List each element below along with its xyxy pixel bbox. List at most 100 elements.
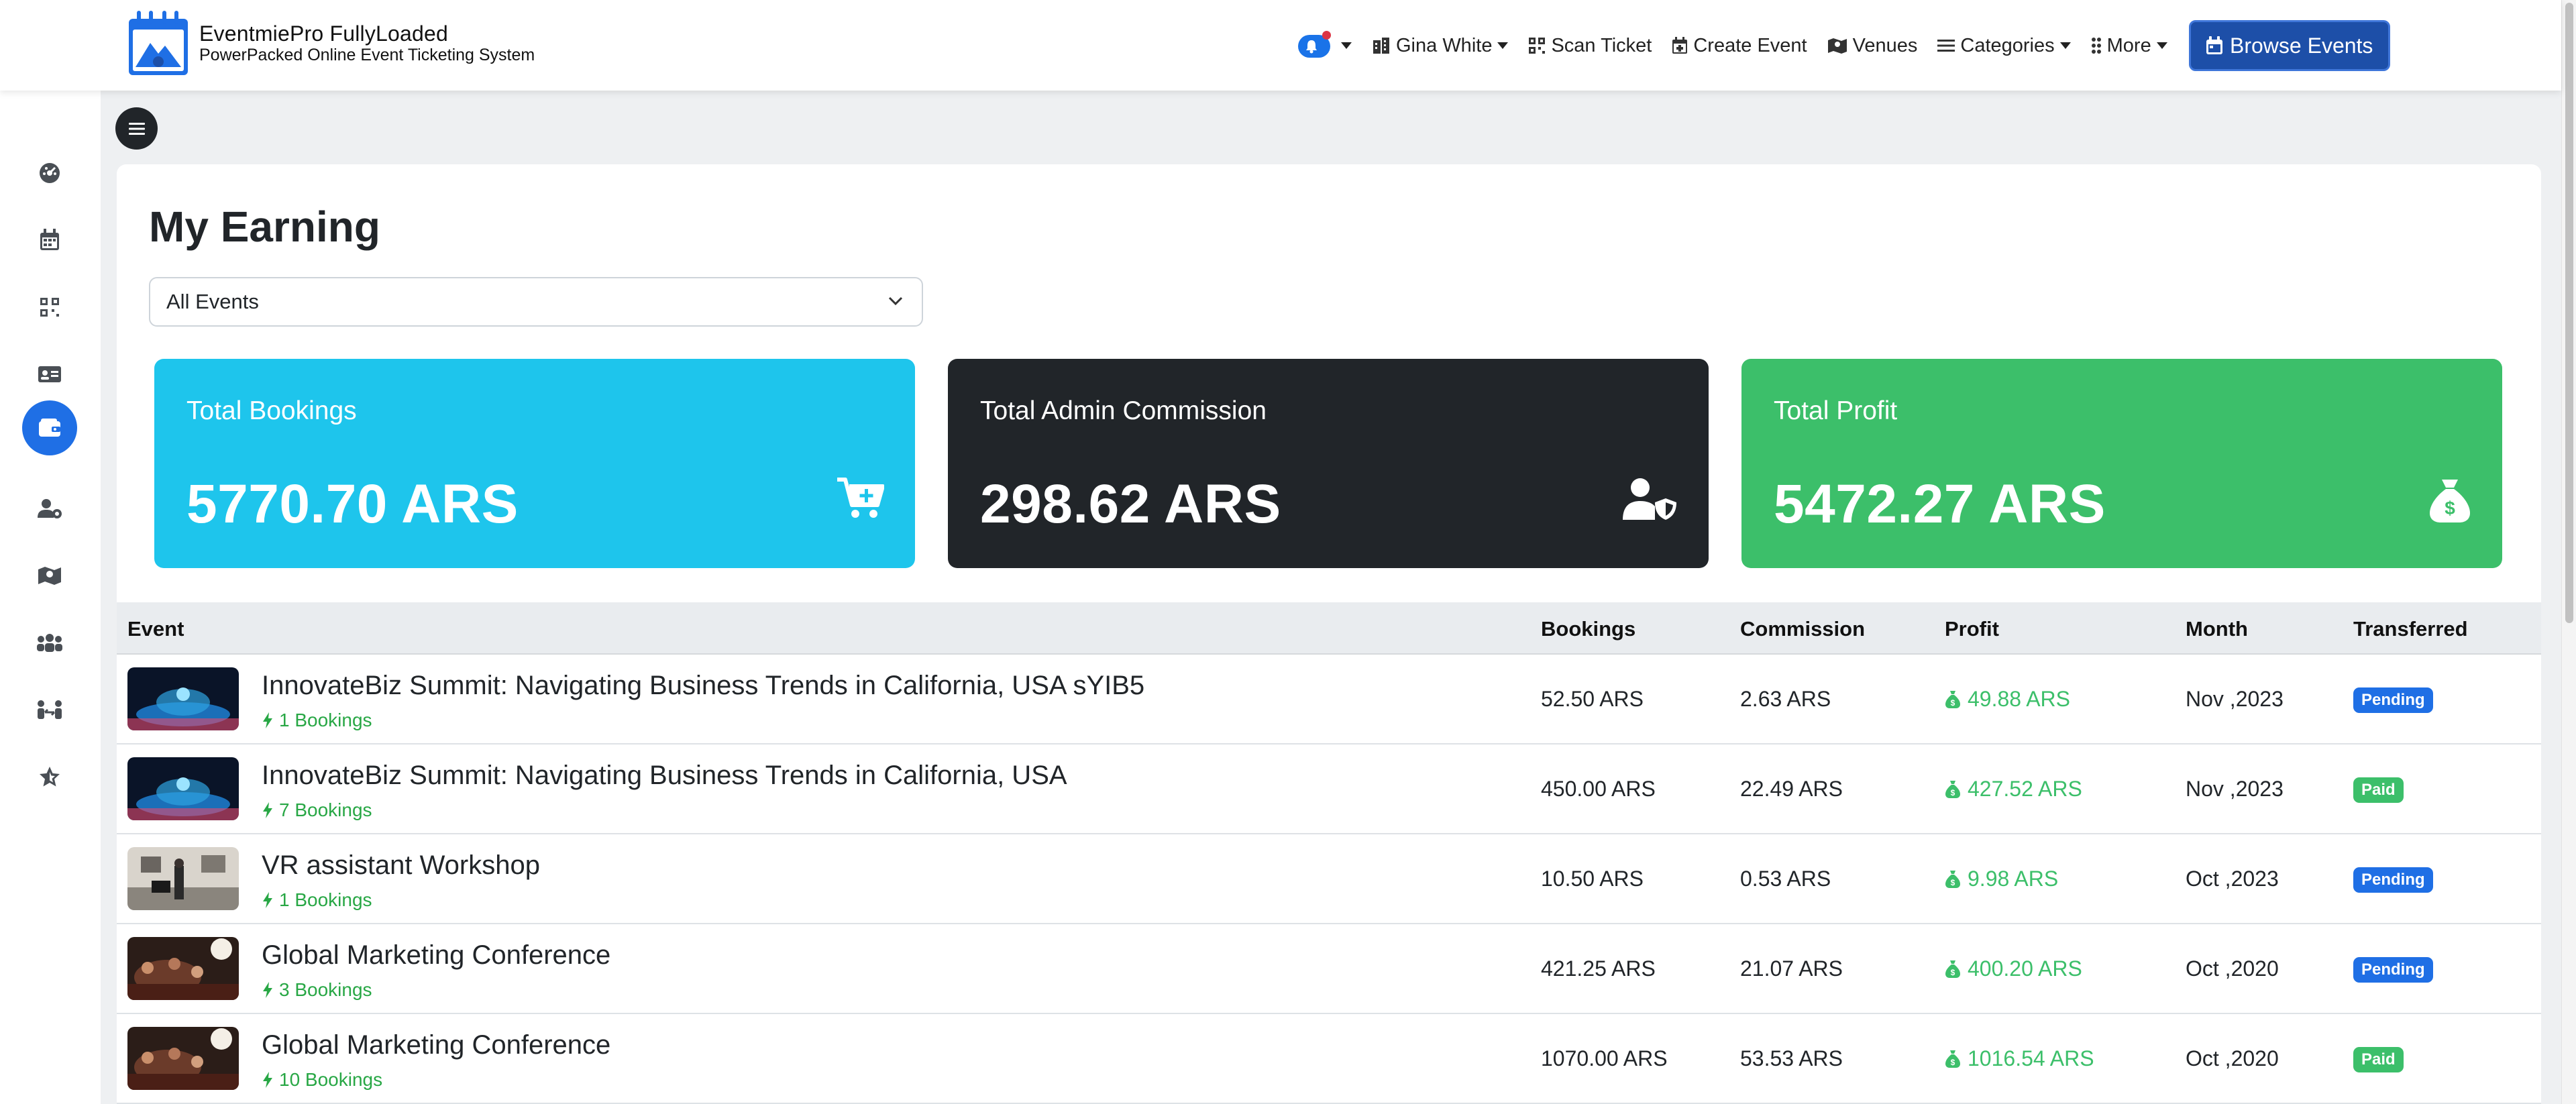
page-scrollbar[interactable] (2561, 0, 2576, 1104)
sidebar-item-organisers[interactable] (22, 481, 77, 536)
event-filter-select[interactable]: All Events (149, 277, 923, 327)
profit-amount: $ 427.52 ARS (1945, 777, 2082, 802)
browse-events-button[interactable]: Browse Events (2188, 20, 2390, 71)
cart-plus-icon (837, 478, 884, 518)
calendar-plus-icon (1672, 37, 1688, 54)
categories-dropdown[interactable]: Categories (1937, 34, 2071, 57)
app-logo[interactable] (126, 9, 191, 78)
event-title[interactable]: InnovateBiz Summit: Navigating Business … (262, 761, 1067, 791)
id-card-icon (38, 366, 61, 382)
event-title[interactable]: Global Marketing Conference (262, 1030, 610, 1060)
event-bookings-count: 3 Bookings (262, 979, 372, 1001)
sidebar-toggle-button[interactable] (115, 107, 158, 150)
caret-down-icon (1497, 42, 1509, 49)
event-thumbnail[interactable] (127, 847, 239, 910)
commission-amount: 0.53 ARS (1740, 867, 1831, 891)
sidebar-item-tickets[interactable] (22, 347, 77, 402)
total-bookings-label: Total Bookings (186, 396, 357, 425)
profit-text: 1016.54 ARS (1968, 1046, 2094, 1070)
create-event-link[interactable]: Create Event (1672, 35, 1807, 57)
month-text: Oct ,2023 (2186, 867, 2279, 891)
notifications-dropdown[interactable] (1298, 31, 1352, 59)
venues-link[interactable]: Venues (1827, 34, 1918, 57)
user-shield-icon (1623, 478, 1676, 520)
sidebar-item-sub-organisers[interactable] (22, 682, 77, 737)
status-badge: Paid (2353, 777, 2404, 803)
bookings-amount: 1070.00 ARS (1541, 1046, 1668, 1070)
bookings-count-text: 10 Bookings (279, 1069, 383, 1090)
table-row[interactable]: Global Marketing Conference 3 Bookings 4… (117, 924, 2541, 1014)
chevron-down-icon (888, 296, 903, 306)
profit-text: 427.52 ARS (1968, 777, 2082, 801)
event-thumbnail[interactable] (127, 667, 239, 730)
status-badge: Pending (2353, 957, 2433, 983)
sidebar-item-earnings[interactable] (22, 400, 77, 455)
brand-title: EventmiePro FullyLoaded (199, 21, 449, 46)
commission-amount: 22.49 ARS (1740, 777, 1843, 801)
calendar-icon (40, 229, 59, 250)
money-bag-icon: $ (2430, 480, 2470, 522)
sidebar-item-reviews[interactable] (22, 749, 77, 804)
earnings-card: My Earning All Events Total Bookings 577… (117, 164, 2541, 1104)
svg-text:$: $ (2445, 498, 2455, 518)
more-dropdown[interactable]: More (2091, 35, 2167, 57)
user-name: Gina White (1396, 34, 1493, 56)
svg-text:$: $ (1951, 788, 1955, 797)
categories-label: Categories (1960, 34, 2055, 56)
status-badge: Paid (2353, 1047, 2404, 1072)
event-thumbnail[interactable] (127, 1027, 239, 1090)
bolt-icon (263, 892, 272, 908)
sidebar-item-dashboard[interactable] (22, 146, 77, 201)
event-title[interactable]: InnovateBiz Summit: Navigating Business … (262, 671, 1144, 701)
venues-label: Venues (1852, 34, 1918, 56)
qr-code-icon (1529, 38, 1546, 54)
table-row[interactable]: Global Marketing Conference 10 Bookings … (117, 1014, 2541, 1104)
money-bag-icon: $ (1945, 690, 1960, 708)
sidebar-item-scan[interactable] (22, 280, 77, 335)
create-event-label: Create Event (1693, 34, 1807, 56)
event-title[interactable]: Global Marketing Conference (262, 940, 610, 971)
scrollbar-thumb[interactable] (2565, 3, 2573, 623)
event-thumbnail[interactable] (127, 937, 239, 1000)
bolt-icon (263, 982, 272, 998)
menu-icon (128, 122, 145, 135)
event-title[interactable]: VR assistant Workshop (262, 850, 540, 881)
column-header-profit: Profit (1945, 617, 1999, 641)
scan-ticket-link[interactable]: Scan Ticket (1528, 35, 1652, 57)
table-row[interactable]: InnovateBiz Summit: Navigating Business … (117, 655, 2541, 744)
profit-amount: $ 9.98 ARS (1945, 867, 2058, 891)
commission-amount: 21.07 ARS (1740, 956, 1843, 981)
profit-amount: $ 49.88 ARS (1945, 687, 2070, 712)
profit-text: 49.88 ARS (1968, 687, 2070, 711)
status-badge: Pending (2353, 687, 2433, 713)
browse-events-label: Browse Events (2230, 33, 2373, 58)
svg-text:$: $ (1951, 1058, 1955, 1067)
money-bag-icon: $ (1945, 1050, 1960, 1068)
bolt-icon (263, 712, 272, 728)
table-row[interactable]: VR assistant Workshop 1 Bookings 10.50 A… (117, 834, 2541, 924)
sidebar-item-attendees[interactable] (22, 615, 77, 670)
table-row[interactable]: InnovateBiz Summit: Navigating Business … (117, 744, 2541, 834)
total-commission-label: Total Admin Commission (980, 396, 1267, 425)
total-commission-card: Total Admin Commission 298.62 ARS (948, 359, 1709, 568)
month-text: Oct ,2020 (2186, 1046, 2279, 1070)
user-gear-icon (38, 499, 62, 518)
sidebar (0, 91, 101, 1104)
bookings-amount: 52.50 ARS (1541, 687, 1644, 711)
bookings-count-text: 1 Bookings (279, 889, 372, 910)
bolt-icon (263, 1072, 272, 1088)
sidebar-item-events[interactable] (22, 213, 77, 268)
sidebar-item-venues[interactable] (22, 548, 77, 603)
event-thumbnail[interactable] (127, 757, 239, 820)
user-menu[interactable]: Gina White (1372, 34, 1509, 57)
people-arrows-icon (38, 700, 62, 719)
month-text: Nov ,2023 (2186, 687, 2284, 711)
column-header-transferred: Transferred (2353, 617, 2468, 641)
money-bag-icon: $ (1945, 870, 1960, 888)
status-badge: Pending (2353, 867, 2433, 893)
building-icon (1373, 38, 1389, 54)
wallet-icon (39, 419, 60, 437)
total-commission-value: 298.62 ARS (980, 474, 1281, 535)
profit-amount: $ 1016.54 ARS (1945, 1046, 2094, 1071)
total-profit-value: 5472.27 ARS (1774, 474, 2106, 535)
